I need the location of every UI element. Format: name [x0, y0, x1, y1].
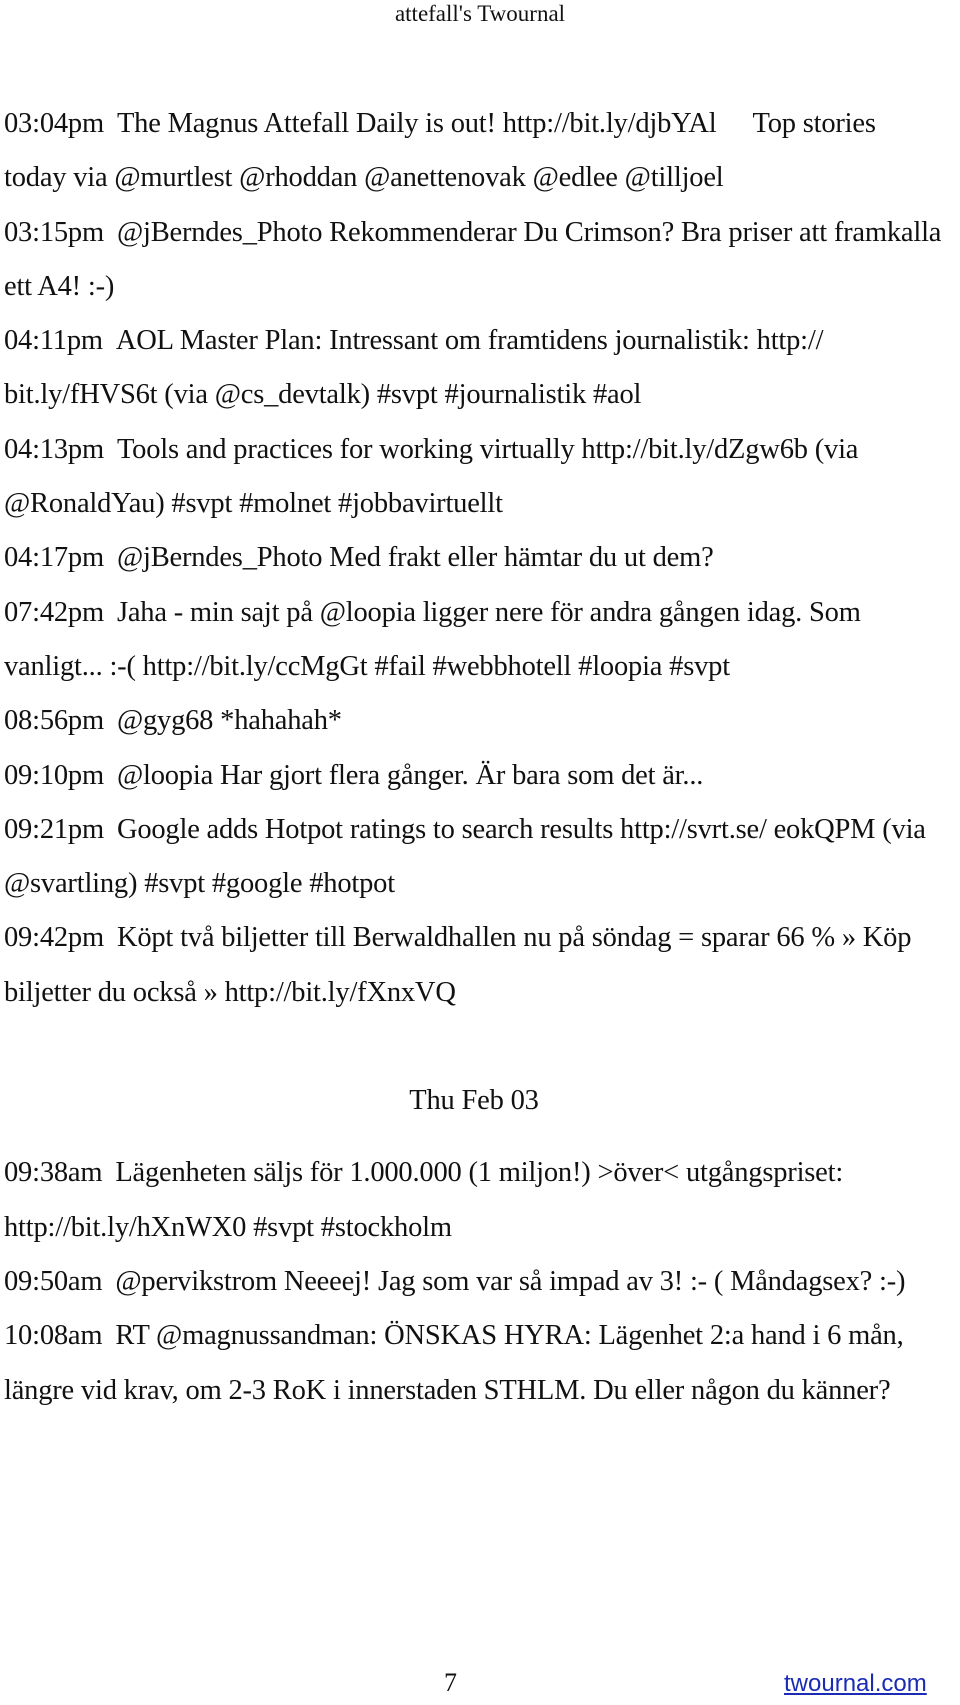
- tweet-entry: 09:50am @pervikstrom Neeeej! Jag som var …: [4, 1255, 944, 1309]
- tweet-text: @jBerndes_Photo Rekommenderar Du Crimson…: [4, 216, 942, 302]
- tweet-entry: 04:17pm @jBerndes_Photo Med frakt eller h…: [4, 531, 944, 585]
- tweet-text: @loopia Har gjort flera gånger. Är bara …: [116, 759, 704, 791]
- tweet-text: AOL Master Plan: Intressant om framtiden…: [4, 325, 824, 411]
- tweet-time: 03:15pm: [4, 216, 104, 248]
- tweet-text: Google adds Hotpot ratings to search res…: [4, 813, 926, 900]
- tweet-entry: 04:13pm Tools and practices for working v…: [4, 423, 944, 532]
- tweet-entry: 03:04pm The Magnus Attefall Daily is out!…: [4, 97, 944, 206]
- tweet-entry: 07:42pm Jaha - min sajt på @loopia ligger…: [4, 586, 944, 695]
- tweet-text: Köpt två biljetter till Berwaldhallen nu…: [4, 922, 912, 1008]
- tweet-entry: 10:08am RT @magnussandman: ÖNSKAS HYRA: L…: [4, 1309, 944, 1418]
- tweet-text: The Magnus Attefall Daily is out! http:/…: [116, 108, 717, 139]
- tweet-entry: 04:11pm AOL Master Plan: Intressant om fr…: [4, 314, 944, 423]
- journal-content: 03:04pm The Magnus Attefall Daily is out!…: [4, 97, 944, 1418]
- twournal-site-link[interactable]: twournal.com: [784, 1669, 927, 1699]
- tweet-time: 10:08am: [4, 1320, 103, 1352]
- tweet-text: Tools and practices for working virtuall…: [4, 433, 859, 520]
- tweet-time: 09:21pm: [4, 813, 104, 845]
- tweet-time: 07:42pm: [4, 596, 104, 628]
- day-heading: Thu Feb 03: [409, 1085, 539, 1117]
- tweet-time: 04:13pm: [4, 433, 104, 465]
- tweet-time: 09:10pm: [4, 759, 104, 791]
- tweet-text: @jBerndes_Photo Med frakt eller hämtar d…: [116, 542, 714, 574]
- tweet-text: RT @magnussandman: ÖNSKAS HYRA: Lägenhet…: [4, 1320, 904, 1406]
- tweet-entry: 08:56pm @gyg68 *hahahah*: [4, 694, 944, 748]
- tweet-time: 04:11pm: [4, 325, 103, 357]
- tweet-time: 09:42pm: [4, 922, 104, 954]
- tweet-text: Jaha - min sajt på @loopia ligger nere f…: [4, 596, 861, 682]
- tweet-entry: 09:42pm Köpt två biljetter till Berwaldha…: [4, 911, 944, 1020]
- tweet-text: @gyg68 *hahahah*: [116, 705, 342, 737]
- journal-title: attefall's Twournal: [394, 1, 566, 26]
- page-number: 7: [444, 1668, 457, 1697]
- tweet-time: 04:17pm: [4, 542, 104, 574]
- tweet-text: @pervikstrom Neeeej! Jag som var så impa…: [115, 1265, 906, 1297]
- tweet-entry: 03:15pm @jBerndes_Photo Rekommenderar Du …: [4, 206, 944, 315]
- tweet-time: 08:56pm: [4, 705, 104, 737]
- tweet-time: 09:38am: [4, 1157, 103, 1189]
- tweet-time: 03:04pm: [4, 108, 104, 139]
- page-header: attefall's Twournal: [0, 0, 960, 28]
- tweet-entry: 09:10pm @loopia Har gjort flera gånger. Ä…: [4, 749, 944, 803]
- tweet-text: Lägenheten säljs för 1.000.000 (1 miljon…: [4, 1157, 844, 1243]
- tweet-entry: 09:38am Lägenheten säljs för 1.000.000 (1…: [4, 1146, 944, 1255]
- tweet-entry: 09:21pm Google adds Hotpot ratings to sea…: [4, 803, 944, 912]
- tweet-time: 09:50am: [4, 1265, 103, 1297]
